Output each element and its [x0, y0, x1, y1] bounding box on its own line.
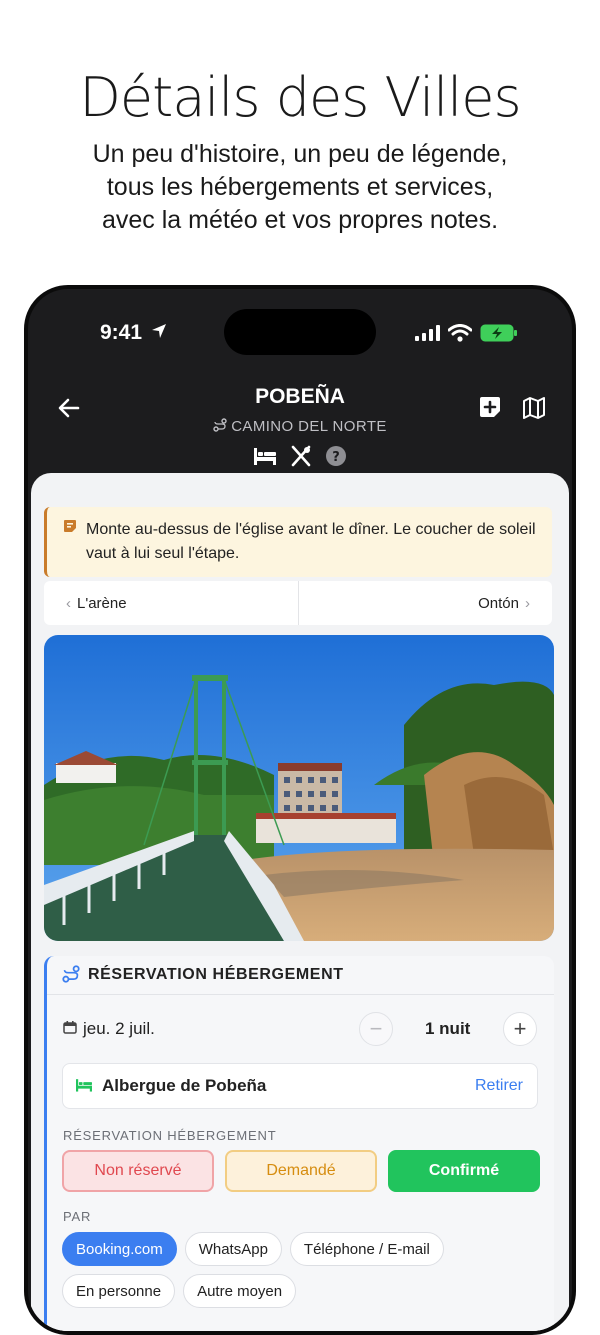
hero-subtitle-line: Un peu d'histoire, un peu de légende, [92, 140, 508, 168]
svg-text:?: ? [332, 450, 340, 465]
status-indicators [414, 323, 518, 348]
date-row: jeu. 2 juil. − 1 nuit + [47, 1010, 554, 1050]
note-icon [63, 519, 77, 538]
lodging-reservation-card: RÉSERVATION HÉBERGEMENT jeu. 2 juil. − 1… [44, 956, 554, 1331]
chevron-left-icon: ‹ [66, 594, 71, 612]
previous-town-link[interactable]: ‹ L'arène [44, 581, 299, 625]
chip-whatsapp[interactable]: WhatsApp [184, 1232, 282, 1266]
lodging-name: Albergue de Pobeña [102, 1076, 267, 1095]
route-icon [213, 418, 227, 436]
remove-lodging-button[interactable]: Retirer [475, 1077, 523, 1095]
next-town-link[interactable]: Ontón › [299, 581, 553, 625]
status-section-label: RÉSERVATION HÉBERGEMENT [63, 1128, 277, 1143]
next-town-label: Ontón [478, 594, 519, 612]
help-icon[interactable]: ? [325, 445, 347, 472]
wifi-icon [447, 324, 473, 347]
town-photo[interactable] [44, 635, 554, 941]
bed-icon [75, 1077, 93, 1098]
signal-icon [414, 325, 440, 346]
restaurant-icon[interactable] [289, 444, 313, 473]
chip-in-person[interactable]: En personne [62, 1274, 176, 1308]
prev-next-bar: ‹ L'arène Ontón › [44, 581, 552, 625]
hero-subtitle: Un peu d'histoire, un peu de légende, to… [0, 138, 600, 237]
reservation-title: RÉSERVATION HÉBERGEMENT [88, 966, 344, 983]
previous-town-label: L'arène [77, 594, 127, 612]
booking-method-chips: Booking.com WhatsApp Téléphone / E-mail … [62, 1232, 552, 1308]
location-arrow-icon [150, 322, 168, 345]
bed-icon[interactable] [253, 445, 277, 472]
status-not-booked-button[interactable]: Non réservé [62, 1150, 214, 1192]
status-confirmed-button[interactable]: Confirmé [388, 1150, 540, 1192]
route-name: CAMINO DEL NORTE [231, 418, 387, 435]
dynamic-island [224, 309, 376, 355]
hero-subtitle-line: tous les hébergements et services, [106, 173, 494, 201]
nights-count: 1 nuit [425, 1019, 471, 1038]
chevron-right-icon: › [525, 594, 530, 612]
selected-lodging[interactable]: Albergue de Pobeña Retirer [62, 1063, 538, 1109]
map-icon[interactable] [522, 396, 546, 425]
chip-phone-email[interactable]: Téléphone / E-mail [289, 1232, 444, 1266]
increase-nights-button[interactable]: + [503, 1012, 537, 1046]
hero-title: Détails des Villes [79, 66, 521, 129]
status-selector: Non réservé Demandé Confirmé [62, 1150, 540, 1192]
reservation-header: RÉSERVATION HÉBERGEMENT [47, 956, 554, 995]
content-panel: Monte au-dessus de l'église avant le dîn… [31, 473, 569, 1331]
personal-note-card[interactable]: Monte au-dessus de l'église avant le dîn… [44, 507, 552, 577]
note-text: Monte au-dessus de l'église avant le dîn… [86, 521, 536, 562]
battery-charging-icon [480, 323, 518, 348]
chip-booking-com[interactable]: Booking.com [62, 1232, 177, 1266]
decrease-nights-button[interactable]: − [359, 1012, 393, 1046]
chip-other-method[interactable]: Autre moyen [183, 1274, 297, 1308]
status-requested-button[interactable]: Demandé [225, 1150, 377, 1192]
arrival-date[interactable]: jeu. 2 juil. [83, 1019, 155, 1039]
route-icon [62, 965, 80, 988]
via-section-label: PAR [63, 1209, 92, 1224]
calendar-icon [63, 1020, 77, 1039]
add-note-icon[interactable] [478, 395, 502, 424]
phone-frame: 9:41 POBEÑA CAMINO DEL NORTE ? Monte au-… [24, 285, 576, 1335]
status-time: 9:41 [100, 321, 143, 344]
hero-subtitle-line: avec la météo et vos propres notes. [101, 206, 499, 234]
service-icons: ? [28, 444, 572, 473]
